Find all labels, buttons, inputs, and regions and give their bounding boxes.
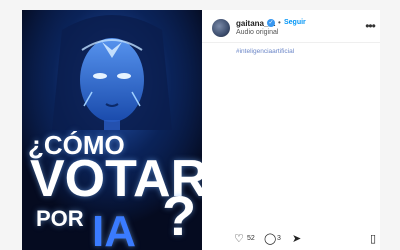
post-sidebar: gaitana_ia ✓ • Seguir Audio original •••… — [202, 10, 380, 250]
audio-label[interactable]: Audio original — [236, 29, 278, 36]
action-bar: ♡ 52 ◯ 3 ➤ ▯ — [210, 232, 380, 250]
comment-icon[interactable]: ◯ — [264, 232, 276, 245]
follow-button[interactable]: Seguir — [284, 19, 306, 26]
caption-hashtag[interactable]: #inteligenciaartificial — [236, 48, 294, 55]
verified-icon: ✓ — [267, 19, 275, 27]
post-modal: ¿CÓMO VOTAR POR IA ? gaitana_ia ✓ • Segu… — [22, 10, 380, 250]
likes-count: 52 — [247, 235, 255, 242]
comments-count: 3 — [277, 235, 281, 242]
like-icon[interactable]: ♡ — [234, 232, 244, 245]
more-options-icon[interactable]: ••• — [362, 20, 378, 32]
poster-line-4: IA — [92, 207, 136, 250]
avatar[interactable] — [212, 19, 230, 37]
post-header: gaitana_ia ✓ • Seguir Audio original ••• — [208, 16, 380, 40]
header-divider — [202, 42, 380, 43]
poster-question-mark: ? — [162, 184, 197, 247]
save-icon[interactable]: ▯ — [370, 232, 376, 245]
poster-line-3: POR — [36, 206, 84, 231]
share-icon[interactable]: ➤ — [292, 232, 301, 245]
separator-dot: • — [278, 18, 281, 27]
post-media[interactable]: ¿CÓMO VOTAR POR IA ? — [22, 10, 202, 250]
